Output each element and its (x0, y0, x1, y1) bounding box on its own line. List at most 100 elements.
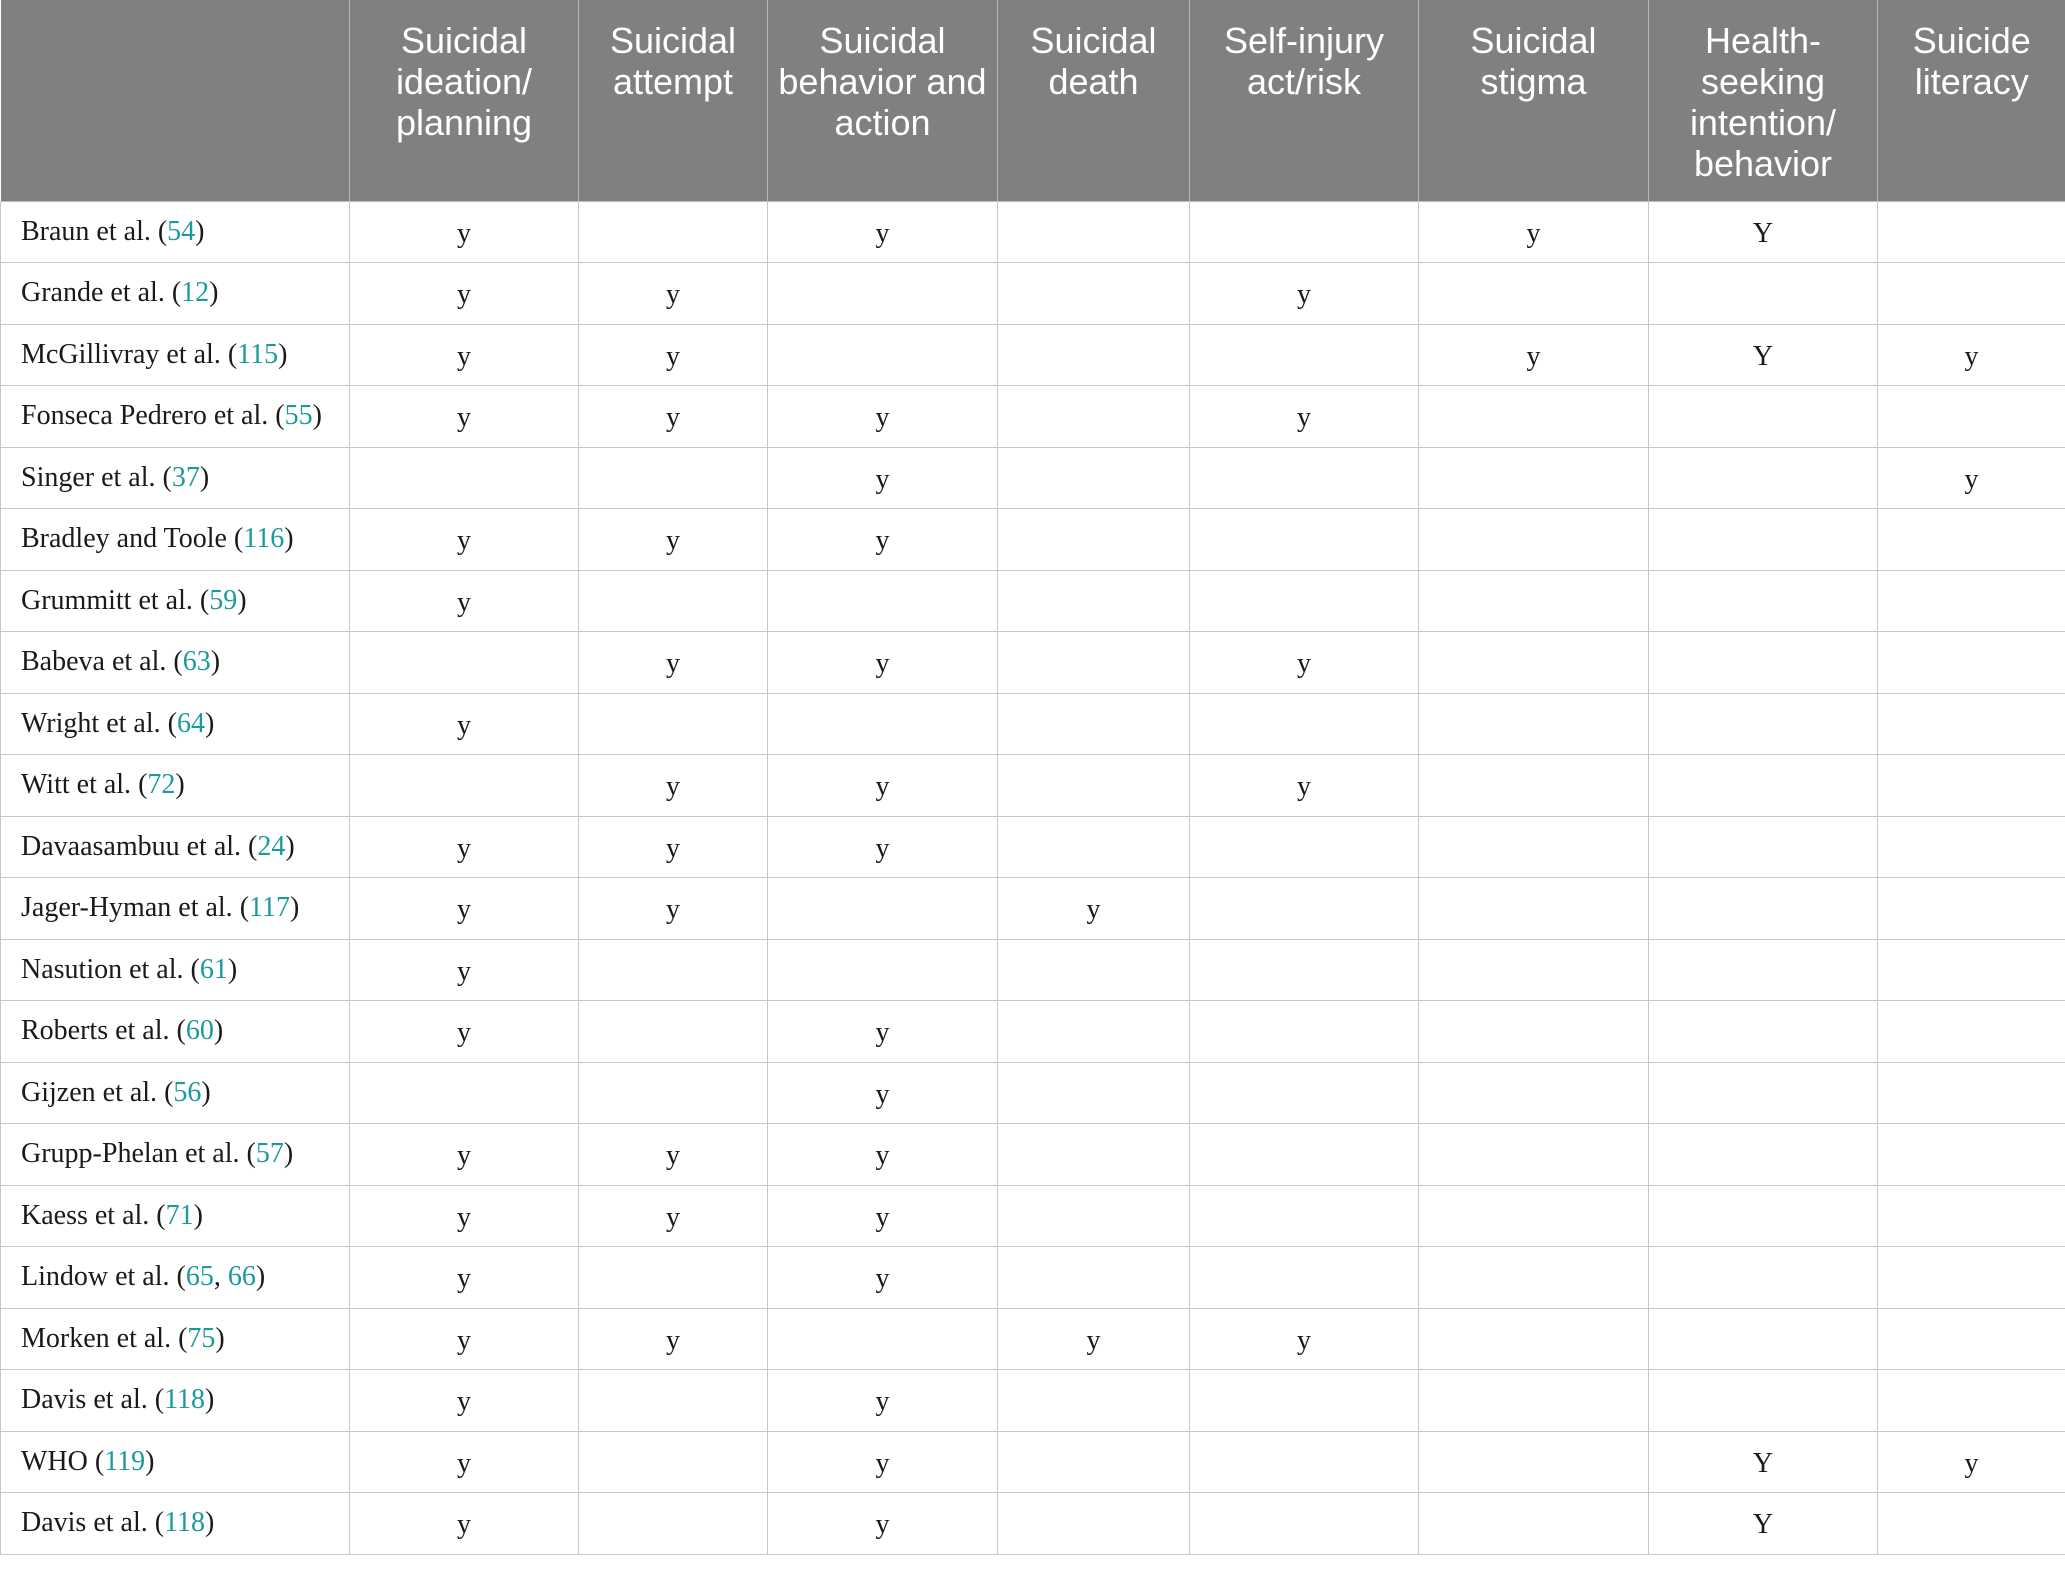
outcome-mark: y (457, 1386, 471, 1418)
outcome-cell (578, 446, 768, 509)
outcome-cell (1418, 815, 1649, 878)
reference-link[interactable]: 64 (177, 708, 205, 739)
outcome-cell: y (578, 1123, 768, 1186)
outcome-cell: y (349, 938, 579, 1001)
outcome-cell: y (767, 1184, 998, 1247)
outcome-cell (997, 692, 1190, 755)
reference-link[interactable]: 66 (228, 1261, 256, 1292)
outcome-cell (578, 1061, 768, 1124)
study-name: Wright et al. (21, 707, 161, 739)
outcome-cell: y (349, 323, 579, 386)
reference-link[interactable]: 65 (186, 1261, 214, 1292)
study-cell: Grummitt et al. (59) (0, 569, 350, 632)
reference-link[interactable]: 56 (173, 1077, 201, 1108)
reference-link[interactable]: 59 (209, 585, 237, 616)
study-name: Bradley and Toole (21, 523, 227, 555)
study-name: Morken et al. (21, 1322, 172, 1354)
outcome-cell (997, 323, 1190, 386)
reference-link[interactable]: 117 (249, 892, 290, 923)
outcome-mark: y (457, 1201, 471, 1233)
outcome-cell: y (767, 1061, 998, 1124)
outcome-cell (1189, 200, 1419, 263)
outcome-cell (1189, 323, 1419, 386)
outcome-mark: y (457, 279, 471, 311)
outcome-mark: y (457, 709, 471, 741)
table-row: Jager-Hyman et al. (117) y y y (0, 877, 2065, 940)
outcome-cell (349, 446, 579, 509)
reference-link[interactable]: 63 (183, 646, 211, 677)
outcome-cell: y (349, 1307, 579, 1370)
outcome-cell: y (1418, 200, 1649, 263)
outcome-cell (1877, 1369, 2065, 1432)
outcome-cell (1418, 754, 1649, 817)
outcome-cell (997, 508, 1190, 571)
study-name: Nasution et al. (21, 953, 184, 985)
reference-link[interactable]: 119 (104, 1446, 145, 1477)
outcome-cell (1189, 938, 1419, 1001)
study-cell: Nasution et al. (61) (0, 938, 350, 1001)
outcome-cell (578, 569, 768, 632)
reference-link[interactable]: 55 (285, 400, 313, 431)
outcome-mark: y (666, 771, 680, 803)
outcome-mark: y (875, 402, 890, 434)
outcome-cell: y (349, 1430, 579, 1493)
reference-link[interactable]: 24 (257, 831, 285, 862)
table-row: Singer et al. (37) y y (0, 446, 2065, 509)
outcome-mark: y (457, 217, 471, 249)
outcome-cell: y (1189, 1307, 1419, 1370)
outcome-cell (578, 938, 768, 1001)
outcome-cell (767, 877, 998, 940)
outcome-cell (1189, 508, 1419, 571)
outcome-mark: y (457, 894, 471, 926)
header-corner (0, 0, 350, 202)
outcome-cell (1877, 1000, 2065, 1063)
outcome-cell (1189, 569, 1419, 632)
table-row: Bradley and Toole (116) y y y (0, 508, 2065, 571)
study-name: Grande et al. (21, 277, 165, 309)
reference-link[interactable]: 57 (256, 1138, 284, 1169)
outcome-mark: y (875, 463, 890, 495)
outcome-mark: y (457, 955, 471, 987)
reference-link[interactable]: 115 (237, 339, 278, 370)
outcome-cell (1877, 569, 2065, 632)
outcome-cell: y (578, 323, 768, 386)
outcome-cell (1189, 1000, 1419, 1063)
outcome-cell: y (349, 200, 579, 263)
study-name: Braun et al. (21, 215, 151, 247)
reference-link[interactable]: 71 (166, 1200, 194, 1231)
outcome-mark: y (1964, 1447, 1979, 1479)
study-cell: Roberts et al. (60) (0, 1000, 350, 1063)
outcome-cell (1877, 631, 2065, 694)
outcome-cell: y (578, 385, 768, 448)
reference-link[interactable]: 37 (172, 462, 200, 493)
study-cell: Fonseca Pedrero et al. (55) (0, 385, 350, 448)
reference-link[interactable]: 72 (147, 769, 175, 800)
reference-link[interactable]: 116 (243, 523, 284, 554)
header-suicidal-death: Suicidal death (997, 0, 1190, 202)
reference-link[interactable]: 118 (164, 1384, 205, 1415)
study-cell: Davaasambuu et al. (24) (0, 815, 350, 878)
reference-link[interactable]: 61 (200, 954, 228, 985)
outcome-cell: y (578, 877, 768, 940)
study-name: Jager-Hyman et al. (21, 892, 233, 924)
outcome-cell (997, 569, 1190, 632)
reference-link[interactable]: 118 (164, 1507, 205, 1538)
outcome-cell (767, 262, 998, 325)
outcome-cell (997, 446, 1190, 509)
outcome-cell (1418, 1061, 1649, 1124)
outcome-cell: y (767, 1000, 998, 1063)
outcome-cell (1418, 446, 1649, 509)
outcome-cell (1189, 1492, 1419, 1555)
outcome-cell (997, 385, 1190, 448)
study-name: Davaasambuu et al. (21, 830, 242, 862)
outcome-mark: Y (1752, 217, 1774, 249)
outcome-cell (1648, 1369, 1878, 1432)
reference-link[interactable]: 60 (186, 1015, 214, 1046)
outcome-mark: y (1964, 463, 1979, 495)
outcome-cell (1189, 877, 1419, 940)
study-cell: Singer et al. (37) (0, 446, 350, 509)
reference-link[interactable]: 75 (187, 1323, 215, 1354)
outcome-cell (1648, 877, 1878, 940)
reference-link[interactable]: 12 (181, 277, 209, 308)
reference-link[interactable]: 54 (167, 216, 195, 247)
